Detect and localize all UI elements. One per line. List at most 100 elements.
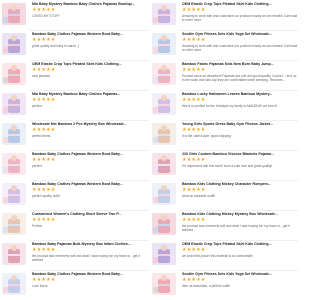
review-text: perfect (32, 104, 42, 109)
review-card[interactable]: Bamboo Kids Clothing Mickey Character Ro… (150, 180, 302, 210)
review-card[interactable]: Soothe Gym Fitness Sets Kids Yoga Set Wh… (150, 30, 302, 60)
review-card[interactable]: Wholesale Mix Bamboo 2 Pcs Mystery Box W… (0, 120, 152, 150)
star-icon: ★ (200, 277, 206, 284)
review-info: Mia Baby Mystery Bamboo Baby Clothes Paj… (32, 92, 148, 108)
product-title-link[interactable]: Bamboo Baby Clothes Pajamas Western Boot… (32, 182, 148, 186)
review-card[interactable]: OEM Elastic Crop Tops Pleated Skirt Kids… (150, 240, 302, 270)
review-card[interactable]: Bamboo Baby Clothes Pajamas Western Boot… (0, 150, 152, 180)
review-card[interactable]: OEM Elastic Crop Tops Pleated Skirt Kids… (0, 60, 152, 90)
review-card[interactable]: Bamboo Baby Clothes Pajamas Western Boot… (0, 180, 152, 210)
product-thumbnail[interactable] (2, 273, 26, 295)
product-title-link[interactable]: Mia Baby Mystery Bamboo Baby Clothes Paj… (32, 92, 148, 96)
row-divider (180, 180, 298, 181)
product-thumbnail[interactable] (152, 93, 176, 115)
product-thumbnail[interactable] (2, 123, 26, 145)
review-text: this is so perfect for the holidays! my … (182, 104, 278, 109)
star-rating: ★★★★★ (182, 157, 298, 163)
star-rating: ★★★★★ (182, 67, 298, 73)
star-rating: ★★★★★ (32, 67, 148, 73)
product-title-link[interactable]: Bamboo Baby Clothes Pajamas Western Boot… (32, 272, 148, 276)
product-thumbnail[interactable] (2, 243, 26, 265)
star-rating: ★★★★★ (32, 7, 148, 13)
product-title-link[interactable]: Customized Women's Clothing Short Sleeve… (32, 212, 148, 216)
review-info: Bamboo Fabric Pajamas Kids New Born Baby… (182, 62, 298, 82)
review-card[interactable]: Bamboo Baby Clothes Pajamas Western Boot… (0, 30, 152, 60)
product-thumbnail[interactable] (152, 63, 176, 85)
product-title-link[interactable]: Mia Baby Mystery Bamboo Baby Clothes Paj… (32, 2, 148, 6)
star-rating: ★★★★★ (32, 157, 148, 163)
product-thumbnail[interactable] (152, 153, 176, 175)
review-card[interactable]: Bamboo Kids Clothing Mickey Mystery Box … (150, 210, 302, 240)
star-icon: ★ (200, 37, 206, 44)
product-title-link[interactable]: Bamboo Baby Clothes Pajamas Western Boot… (32, 32, 148, 36)
review-card[interactable]: Young Girls Sports Dress Baby Gym Fitnes… (150, 120, 302, 150)
review-text: perfect (32, 164, 42, 169)
star-icon: ★ (50, 277, 56, 284)
review-info: Soothe Gym Fitness Sets Kids Yoga Set Wh… (182, 272, 298, 288)
review-info: OEM Elastic Crop Tops Pleated Skirt Kids… (182, 242, 298, 258)
review-info: Bamboo Baby Clothes Pajamas Western Boot… (32, 152, 148, 168)
product-title-link[interactable]: OEM Elastic Crop Tops Pleated Skirt Kids… (182, 242, 298, 246)
row-divider (30, 180, 148, 181)
product-thumbnail[interactable] (152, 33, 176, 55)
review-card[interactable]: Bamboo Baby Pajamas Bulk Mystery Box Inf… (0, 240, 152, 270)
review-text: the product was extremely soft and what … (182, 224, 290, 233)
review-card[interactable]: Mia Baby Mystery Bamboo Baby Clothes Paj… (0, 90, 152, 120)
product-thumbnail[interactable] (152, 273, 176, 295)
product-thumbnail[interactable] (2, 213, 26, 235)
product-title-link[interactable]: OEM Elastic Crop Tops Pleated Skirt Kids… (32, 62, 148, 66)
product-thumbnail[interactable] (152, 3, 176, 25)
product-thumbnail[interactable] (152, 213, 176, 235)
row-divider (180, 30, 298, 31)
product-thumbnail[interactable] (2, 33, 26, 55)
review-card[interactable]: 220 Girls Custom Bamboo Viscose Blankets… (150, 150, 302, 180)
product-thumbnail[interactable] (2, 153, 26, 175)
review-text: Perfect (32, 224, 43, 229)
review-info: Bamboo Kids Clothing Mickey Character Ro… (182, 182, 298, 198)
review-card[interactable]: Soothe Gym Fitness Sets Kids Yoga Set Wh… (150, 270, 302, 300)
star-icon: ★ (200, 7, 206, 14)
star-rating: ★★★★★ (182, 247, 298, 253)
product-title-link[interactable]: Bamboo Kids Clothing Mickey Mystery Box … (182, 212, 298, 216)
review-card[interactable]: Customized Women's Clothing Short Sleeve… (0, 210, 152, 240)
product-thumbnail[interactable] (152, 183, 176, 205)
product-thumbnail[interactable] (2, 183, 26, 205)
product-title-link[interactable]: OEM Elastic Crop Tops Pleated Skirt Kids… (182, 2, 298, 6)
product-title-link[interactable]: Soothe Gym Fitness Sets Kids Yoga Set Wh… (182, 32, 298, 36)
review-card[interactable]: Bamboo Lucky Halloween Leaves Bamboo Mys… (150, 90, 302, 120)
review-info: Wholesale Mix Bamboo 2 Pcs Mystery Box W… (32, 122, 148, 138)
product-title-link[interactable]: Bamboo Fabric Pajamas Kids New Born Baby… (182, 62, 298, 66)
product-title-link[interactable]: Young Girls Sports Dress Baby Gym Fitnes… (182, 122, 298, 126)
star-icon: ★ (200, 247, 206, 254)
review-text: Love these (32, 284, 48, 289)
review-text: perfect items (32, 134, 51, 139)
row-divider (30, 270, 148, 271)
reviews-column-left: Mia Baby Mystery Bamboo Baby Clothes Paj… (0, 0, 150, 300)
review-text: Item as described, a perfect outfit! (182, 284, 231, 289)
review-card[interactable]: Bamboo Baby Clothes Pajamas Western Boot… (0, 270, 152, 300)
review-card[interactable]: OEM Elastic Crop Tops Pleated Skirt Kids… (150, 0, 302, 30)
product-thumbnail[interactable] (2, 63, 26, 85)
product-thumbnail[interactable] (152, 243, 176, 265)
product-thumbnail[interactable] (2, 3, 26, 25)
star-icon: ★ (50, 7, 56, 14)
product-title-link[interactable]: 220 Girls Custom Bamboo Viscose Blankets… (182, 152, 298, 156)
product-title-link[interactable]: Bamboo Baby Clothes Pajamas Western Boot… (32, 152, 148, 156)
product-thumbnail[interactable] (152, 123, 176, 145)
row-divider (30, 60, 148, 61)
review-card[interactable]: Mia Baby Mystery Bamboo Baby Clothes Paj… (0, 0, 152, 30)
row-divider (180, 90, 298, 91)
star-rating: ★★★★★ (182, 217, 298, 223)
product-title-link[interactable]: Wholesale Mix Bamboo 2 Pcs Mystery Box W… (32, 122, 148, 126)
review-text: the product was extremely soft and what … (32, 254, 140, 263)
product-title-link[interactable]: Bamboo Kids Clothing Mickey Character Ro… (182, 182, 298, 186)
row-divider (180, 120, 298, 121)
star-icon: ★ (200, 127, 206, 134)
product-title-link[interactable]: Soothe Gym Fitness Sets Kids Yoga Set Wh… (182, 272, 298, 276)
product-thumbnail[interactable] (2, 93, 26, 115)
row-divider (180, 60, 298, 61)
product-title-link[interactable]: Bamboo Baby Pajamas Bulk Mystery Box Inf… (32, 242, 148, 246)
product-title-link[interactable]: Bamboo Lucky Halloween Leaves Bamboo Mys… (182, 92, 298, 96)
review-info: Mia Baby Mystery Bamboo Baby Clothes Paj… (32, 2, 148, 18)
review-card[interactable]: Bamboo Fabric Pajamas Kids New Born Baby… (150, 60, 302, 90)
